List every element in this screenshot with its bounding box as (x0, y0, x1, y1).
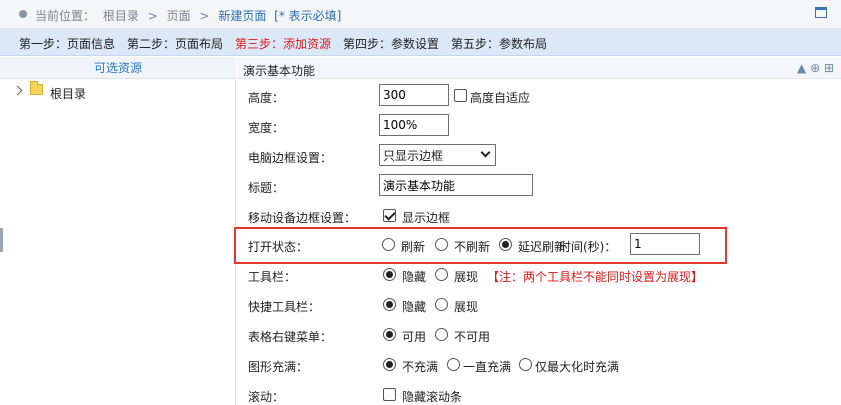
quick-toolbar-label: 快捷工具栏： (248, 300, 321, 314)
pc-border-select[interactable]: 只显示边框 (379, 144, 496, 166)
context-menu-disabled-radio[interactable] (435, 328, 448, 341)
hide-scrollbar-label: 隐藏滚动条 (402, 390, 463, 404)
tree-node-root[interactable]: 根目录 (50, 85, 86, 102)
show-border-label: 显示边框 (402, 211, 451, 225)
context-menu-enabled-radio[interactable] (383, 328, 396, 341)
form-row-height: 高度： 高度自适应 (237, 81, 841, 111)
graph-fill-always-radio[interactable] (447, 358, 460, 371)
target-icon[interactable]: ⊕ (810, 61, 820, 75)
height-input[interactable] (379, 84, 449, 106)
caption-input[interactable] (379, 174, 533, 196)
form-row-width: 宽度： (237, 111, 841, 141)
breadcrumb-separator: > (147, 9, 158, 23)
panel-splitter-handle[interactable] (0, 228, 3, 252)
step-param-settings[interactable]: 第四步：参数设置 (343, 35, 439, 52)
breadcrumb-prefix: 当前位置： (35, 9, 96, 23)
form-row-toolbar: 工具栏： 隐藏 展现 【注：两个工具栏不能同时设置为展现】 (237, 260, 841, 290)
caption-label: 标题： (248, 181, 285, 195)
quick-toolbar-show-radio[interactable] (435, 298, 448, 311)
form-row-context-menu: 表格右键菜单： 可用 不可用 (237, 320, 841, 350)
pc-border-label: 电脑边框设置： (248, 151, 333, 165)
form-row-graph-fill: 图形充满： 不充满 一直充满 仅最大化时充满 (237, 350, 841, 380)
graph-fill-maximized-radio[interactable] (519, 358, 532, 371)
auto-height-checkbox[interactable] (454, 89, 467, 102)
properties-header: 演示基本功能 ▲ ⊕ ⊞ (237, 57, 841, 79)
hide-scrollbar-checkbox[interactable] (383, 388, 396, 401)
show-border-checkbox[interactable] (383, 209, 396, 222)
toolbar-show-label: 展现 (454, 270, 479, 284)
step-param-layout[interactable]: 第五步：参数布局 (451, 35, 547, 52)
graph-fill-label: 图形充满： (248, 360, 309, 374)
scroll-label: 滚动： (248, 390, 285, 404)
context-menu-disabled-label: 不可用 (454, 330, 491, 344)
form-row-pc-border: 电脑边框设置： 只显示边框 (237, 141, 841, 171)
step-page-info[interactable]: 第一步：页面信息 (19, 35, 115, 52)
breadcrumb-item-page[interactable]: 页面 (167, 9, 191, 23)
width-input[interactable] (379, 114, 449, 136)
graph-fill-always-label: 一直充满 (463, 360, 512, 374)
form-row-quick-toolbar: 快捷工具栏： 隐藏 展现 (237, 290, 841, 320)
maximize-icon[interactable] (815, 7, 827, 18)
form-row-caption: 标题： (237, 171, 841, 201)
toolbar-show-radio[interactable] (435, 268, 448, 281)
expand-icon[interactable]: ⊞ (824, 61, 834, 75)
breadcrumb-separator: > (199, 9, 210, 23)
breadcrumb-bar: 当前位置： 根目录 > 页面 > 新建页面 [* 表示必填] (0, 0, 841, 29)
toolbar-label: 工具栏： (248, 270, 297, 284)
tree-expand-icon[interactable] (12, 85, 23, 96)
graph-fill-maximized-label: 仅最大化时充满 (535, 360, 620, 374)
mobile-border-label: 移动设备边框设置： (248, 211, 357, 225)
breadcrumb-item-root[interactable]: 根目录 (103, 9, 139, 23)
resource-panel: 可选资源 根目录 (0, 57, 236, 405)
step-add-resources[interactable]: 第三步：添加资源 (235, 35, 331, 52)
context-menu-label: 表格右键菜单： (248, 330, 333, 344)
toolbar-hide-label: 隐藏 (402, 270, 427, 284)
auto-height-label: 高度自适应 (470, 91, 531, 105)
form-row-scroll: 滚动： 隐藏滚动条 (237, 380, 841, 405)
pc-border-value: 只显示边框 (383, 149, 444, 163)
quick-toolbar-show-label: 展现 (454, 300, 479, 314)
quick-toolbar-hide-label: 隐藏 (402, 300, 427, 314)
toolbar-warning-note: 【注：两个工具栏不能同时设置为展现】 (487, 270, 704, 284)
highlight-box (234, 227, 727, 264)
folder-icon (30, 81, 43, 95)
required-note: [* 表示必填] (274, 9, 342, 23)
width-label: 宽度： (248, 121, 285, 135)
graph-fill-none-label: 不充满 (402, 360, 439, 374)
location-dot-icon (19, 10, 27, 18)
chevron-down-icon (480, 147, 491, 158)
collapse-icon[interactable]: ▲ (797, 61, 806, 75)
properties-title: 演示基本功能 (243, 64, 316, 78)
resource-panel-title: 可选资源 (0, 57, 236, 79)
height-label: 高度： (248, 91, 285, 105)
toolbar-hide-radio[interactable] (383, 268, 396, 281)
graph-fill-none-radio[interactable] (383, 358, 396, 371)
quick-toolbar-hide-radio[interactable] (383, 298, 396, 311)
breadcrumb: 当前位置： 根目录 > 页面 > 新建页面 [* 表示必填] (35, 7, 341, 24)
context-menu-enabled-label: 可用 (402, 330, 427, 344)
breadcrumb-current: 新建页面 (218, 9, 267, 23)
step-page-layout[interactable]: 第二步：页面布局 (127, 35, 223, 52)
wizard-steps: 第一步：页面信息 第二步：页面布局 第三步：添加资源 第四步：参数设置 第五步：… (0, 29, 841, 56)
